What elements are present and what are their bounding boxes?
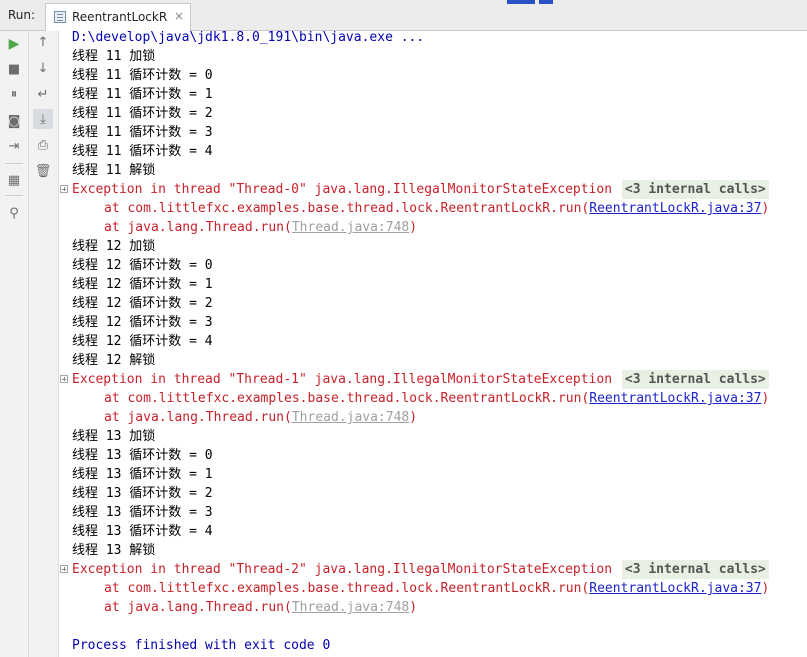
- camera-icon[interactable]: ◙: [4, 111, 24, 131]
- up-arrow-icon[interactable]: ↑: [33, 32, 53, 52]
- stdout-line: 线程 11 解锁: [72, 163, 156, 178]
- run-label: Run:: [8, 8, 36, 22]
- stdout-line: 线程 12 加锁: [72, 239, 156, 254]
- source-link[interactable]: Thread.java:748: [292, 410, 409, 425]
- stack-frame: at java.lang.Thread.run(Thread.java:748): [104, 408, 417, 427]
- run-toolbar: Run: ReentrantLockR ×: [0, 0, 807, 31]
- stdout-line: 线程 12 循环计数 = 4: [72, 334, 213, 349]
- pause-icon[interactable]: ⏸: [4, 84, 24, 104]
- stdout-line: 线程 11 循环计数 = 1: [72, 87, 213, 102]
- frame-suffix: ): [409, 410, 418, 425]
- exception-line: Exception in thread "Thread-1" java.lang…: [72, 370, 769, 389]
- console-output[interactable]: D:\develop\java\jdk1.8.0_191\bin\java.ex…: [59, 30, 807, 657]
- internal-calls-fold[interactable]: <3 internal calls>: [621, 180, 769, 199]
- stack-frame: at java.lang.Thread.run(Thread.java:748): [104, 218, 417, 237]
- close-icon[interactable]: ×: [174, 9, 184, 23]
- print-icon[interactable]: ⎙: [33, 135, 53, 155]
- scroll-marker-2: [539, 0, 553, 4]
- exit-icon[interactable]: ⇥: [4, 136, 24, 156]
- stop-icon[interactable]: ■: [4, 59, 24, 79]
- stdout-line: 线程 13 加锁: [72, 429, 156, 444]
- toolbar-divider: [5, 195, 23, 196]
- frame-suffix: ): [409, 600, 418, 615]
- stack-frame: at java.lang.Thread.run(Thread.java:748): [104, 598, 417, 617]
- stdout-line: 线程 11 加锁: [72, 49, 156, 64]
- stdout-line: 线程 12 循环计数 = 3: [72, 315, 213, 330]
- run-tab-title: ReentrantLockR: [72, 10, 168, 24]
- frame-suffix: ): [409, 220, 418, 235]
- frame-suffix: ): [761, 201, 770, 216]
- exit-status-line: Process finished with exit code 0: [72, 638, 331, 653]
- frame-text: at com.littlefxc.examples.base.thread.lo…: [104, 201, 590, 216]
- exception-line: Exception in thread "Thread-2" java.lang…: [72, 560, 769, 579]
- stdout-line: 线程 12 循环计数 = 2: [72, 296, 213, 311]
- pin-icon[interactable]: ⚲: [4, 203, 24, 223]
- stdout-line: 线程 12 循环计数 = 1: [72, 277, 213, 292]
- fold-toggle-icon[interactable]: [60, 375, 68, 383]
- stdout-line: 线程 13 循环计数 = 3: [72, 505, 213, 520]
- down-arrow-icon[interactable]: ↓: [33, 58, 53, 78]
- stdout-line: 线程 11 循环计数 = 4: [72, 144, 213, 159]
- internal-calls-fold[interactable]: <3 internal calls>: [621, 560, 769, 579]
- exception-text: Exception in thread "Thread-1" java.lang…: [72, 372, 613, 387]
- run-config-icon: [54, 11, 66, 23]
- trash-icon[interactable]: 🗑: [33, 161, 53, 181]
- source-link[interactable]: ReentrantLockR.java:37: [589, 391, 761, 406]
- scroll-to-end-icon[interactable]: ⤓: [33, 109, 53, 129]
- stdout-line: 线程 13 循环计数 = 0: [72, 448, 213, 463]
- source-link[interactable]: ReentrantLockR.java:37: [589, 201, 761, 216]
- frame-suffix: ): [761, 391, 770, 406]
- stdout-line: 线程 11 循环计数 = 2: [72, 106, 213, 121]
- source-link[interactable]: ReentrantLockR.java:37: [589, 581, 761, 596]
- stdout-line: 线程 13 解锁: [72, 543, 156, 558]
- exception-text: Exception in thread "Thread-2" java.lang…: [72, 562, 613, 577]
- exception-line: Exception in thread "Thread-0" java.lang…: [72, 180, 769, 199]
- stdout-line: 线程 11 循环计数 = 3: [72, 125, 213, 140]
- stack-frame: at com.littlefxc.examples.base.thread.lo…: [104, 389, 769, 408]
- frame-text: at java.lang.Thread.run(: [104, 410, 292, 425]
- stdout-line: 线程 12 解锁: [72, 353, 156, 368]
- run-tab-reentrantlockr[interactable]: ReentrantLockR ×: [45, 3, 191, 31]
- frame-text: at java.lang.Thread.run(: [104, 220, 292, 235]
- internal-calls-fold[interactable]: <3 internal calls>: [621, 370, 769, 389]
- frame-text: at com.littlefxc.examples.base.thread.lo…: [104, 581, 590, 596]
- layout-icon[interactable]: ▦: [4, 170, 24, 190]
- frame-suffix: ): [761, 581, 770, 596]
- scroll-marker: [507, 0, 535, 4]
- frame-text: at com.littlefxc.examples.base.thread.lo…: [104, 391, 590, 406]
- fold-toggle-icon[interactable]: [60, 565, 68, 573]
- fold-toggle-icon[interactable]: [60, 185, 68, 193]
- stdout-line: 线程 11 循环计数 = 0: [72, 68, 213, 83]
- stdout-line: 线程 13 循环计数 = 1: [72, 467, 213, 482]
- stack-frame: at com.littlefxc.examples.base.thread.lo…: [104, 579, 769, 598]
- run-icon[interactable]: ▶: [4, 34, 24, 54]
- run-actions-toolbar: ▶ ■ ⏸ ◙ ⇥ ▦ ⚲: [0, 31, 29, 657]
- stdout-line: 线程 13 循环计数 = 4: [72, 524, 213, 539]
- command-line: D:\develop\java\jdk1.8.0_191\bin\java.ex…: [72, 30, 425, 45]
- console-actions-toolbar: ↑ ↓ ↵ ⤓ ⎙ 🗑: [29, 31, 59, 657]
- stdout-line: 线程 12 循环计数 = 0: [72, 258, 213, 273]
- exception-text: Exception in thread "Thread-0" java.lang…: [72, 182, 613, 197]
- source-link[interactable]: Thread.java:748: [292, 220, 409, 235]
- soft-wrap-icon[interactable]: ↵: [33, 84, 53, 104]
- toolbar-divider: [5, 163, 23, 164]
- frame-text: at java.lang.Thread.run(: [104, 600, 292, 615]
- source-link[interactable]: Thread.java:748: [292, 600, 409, 615]
- stdout-line: 线程 13 循环计数 = 2: [72, 486, 213, 501]
- stack-frame: at com.littlefxc.examples.base.thread.lo…: [104, 199, 769, 218]
